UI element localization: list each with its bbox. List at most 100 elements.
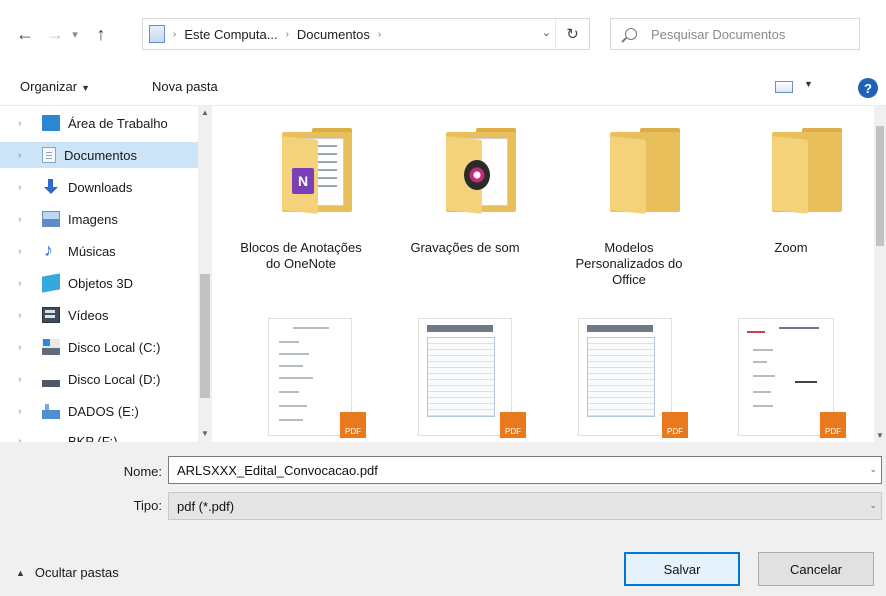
this-pc-icon: [149, 25, 165, 43]
breadcrumb-separator-icon[interactable]: ›: [378, 29, 381, 40]
sidebar-item-documents[interactable]: › Documentos: [0, 142, 198, 168]
cancel-button[interactable]: Cancelar: [758, 552, 874, 586]
file-list: N Blocos de Anotações do OneNote Gravaçõ…: [214, 106, 874, 442]
sidebar-item-3d-objects[interactable]: › Objetos 3D: [0, 270, 198, 296]
save-button[interactable]: Salvar: [624, 552, 740, 586]
sidebar-item-label: Área de Trabalho: [68, 115, 168, 131]
address-row: ← → ▾ ↑ › Este Computa... › Documentos ›…: [0, 0, 886, 68]
folder-label: Modelos Personalizados do Office: [575, 240, 683, 287]
videos-icon: [42, 307, 60, 323]
sidebar-item-downloads[interactable]: › Downloads: [0, 174, 198, 200]
recent-locations-chevron-icon[interactable]: ▾: [64, 20, 86, 48]
organize-button[interactable]: Organizar ▼: [20, 79, 90, 94]
pdf-badge-label: PDF: [825, 427, 841, 436]
pdf-badge-label: PDF: [345, 427, 361, 436]
file-name-field[interactable]: ⌄: [168, 456, 882, 484]
file-list-scrollbar[interactable]: ▼: [874, 106, 886, 442]
sidebar-item-pictures[interactable]: › Imagens: [0, 206, 198, 232]
objects-3d-icon: [42, 273, 60, 293]
organize-label: Organizar: [20, 79, 78, 94]
folder-item-onenote[interactable]: N Blocos de Anotações do OneNote: [236, 106, 366, 306]
folder-item-zoom[interactable]: Zoom: [726, 106, 856, 306]
address-bar[interactable]: › Este Computa... › Documentos › ⌄ ↻: [142, 18, 590, 50]
chevron-right-icon[interactable]: ›: [18, 150, 32, 161]
breadcrumb-documents[interactable]: Documentos: [297, 27, 370, 42]
search-input[interactable]: [651, 26, 851, 42]
drive-f-icon: [42, 433, 60, 442]
hide-folders-toggle[interactable]: ▲ Ocultar pastas: [16, 565, 119, 580]
scroll-up-icon[interactable]: ▲: [201, 108, 209, 117]
chevron-right-icon[interactable]: ›: [18, 342, 32, 353]
sidebar-item-label: Disco Local (C:): [68, 339, 161, 355]
chevron-down-icon[interactable]: ⌄: [869, 500, 877, 511]
onenote-folder-icon: N: [282, 128, 354, 214]
hide-folders-label: Ocultar pastas: [34, 565, 119, 580]
scrollbar-thumb[interactable]: [200, 274, 210, 398]
chevron-right-icon[interactable]: ›: [18, 118, 32, 129]
sidebar-item-desktop[interactable]: › Área de Trabalho: [0, 110, 198, 136]
breadcrumb-this-pc[interactable]: Este Computa...: [184, 27, 277, 42]
sidebar-item-videos[interactable]: › Vídeos: [0, 302, 198, 328]
address-dropdown-icon[interactable]: ⌄: [542, 26, 551, 39]
sidebar-item-music[interactable]: › Músicas: [0, 238, 198, 264]
folder-label: Blocos de Anotações do OneNote: [240, 240, 362, 271]
folder-icon: [610, 128, 682, 214]
folder-item-office-templates[interactable]: Modelos Personalizados do Office: [564, 106, 694, 306]
disk-c-icon: [42, 339, 60, 355]
chevron-right-icon[interactable]: ›: [18, 182, 32, 193]
sidebar-item-label: DADOS (E:): [68, 403, 139, 419]
sidebar-item-label: Disco Local (D:): [68, 371, 161, 387]
sidebar-item-disk-d[interactable]: › Disco Local (D:): [0, 366, 198, 392]
sidebar-item-label: Músicas: [68, 243, 116, 259]
sidebar-item-drive-f[interactable]: › BKP (F:): [0, 428, 198, 443]
back-arrow-icon[interactable]: ←: [14, 20, 36, 48]
documents-icon: [42, 147, 56, 163]
sidebar-item-label: Objetos 3D: [68, 275, 134, 291]
pdf-badge-icon: PDF: [340, 412, 366, 438]
chevron-right-icon[interactable]: ›: [18, 310, 32, 321]
pictures-icon: [42, 211, 60, 227]
chevron-down-icon[interactable]: ▼: [804, 79, 813, 89]
help-icon[interactable]: ?: [858, 78, 878, 98]
chevron-down-icon[interactable]: ⌄: [869, 464, 877, 475]
scroll-down-icon[interactable]: ▼: [201, 429, 209, 438]
breadcrumb-separator-icon[interactable]: ›: [286, 29, 289, 40]
save-form: Nome: ⌄ Tipo: pdf (*.pdf) ⌄ ▲ Ocultar pa…: [0, 442, 886, 596]
sidebar-item-disk-c[interactable]: › Disco Local (C:): [0, 334, 198, 360]
downloads-icon: [42, 179, 60, 195]
file-name-input[interactable]: [177, 462, 837, 478]
sidebar-item-label: BKP (F:): [68, 433, 118, 443]
sidebar-item-label: Downloads: [68, 179, 133, 195]
search-icon: [625, 28, 637, 40]
chevron-down-icon: ▼: [81, 83, 90, 93]
file-type-select[interactable]: pdf (*.pdf) ⌄: [168, 492, 882, 520]
chevron-right-icon[interactable]: ›: [18, 278, 32, 289]
refresh-icon[interactable]: ↻: [555, 19, 589, 49]
pdf-file-thumbnail[interactable]: [578, 318, 672, 436]
chevron-right-icon[interactable]: ›: [18, 246, 32, 257]
search-box[interactable]: [610, 18, 860, 50]
desktop-icon: [42, 115, 60, 131]
folder-label: Zoom: [774, 240, 808, 255]
chevron-right-icon[interactable]: ›: [18, 374, 32, 385]
forward-arrow-icon[interactable]: →: [44, 20, 66, 48]
music-icon: [42, 240, 60, 261]
nav-pane-scrollbar[interactable]: ▲ ▼: [198, 106, 212, 442]
pdf-file-thumbnail[interactable]: [418, 318, 512, 436]
new-folder-button[interactable]: Nova pasta: [152, 79, 218, 94]
scrollbar-thumb[interactable]: [876, 126, 884, 246]
breadcrumb-separator-icon[interactable]: ›: [173, 29, 176, 40]
sidebar-item-drive-e[interactable]: › DADOS (E:): [0, 398, 198, 424]
chevron-right-icon[interactable]: ›: [18, 406, 32, 417]
chevron-right-icon[interactable]: ›: [18, 214, 32, 225]
file-name-label: Nome:: [123, 464, 162, 479]
up-arrow-icon[interactable]: ↑: [90, 20, 112, 48]
sidebar-item-label: Vídeos: [68, 307, 109, 323]
scroll-down-icon[interactable]: ▼: [876, 431, 884, 440]
view-options-icon[interactable]: [775, 81, 793, 93]
pdf-badge-icon: PDF: [500, 412, 526, 438]
sidebar-item-label: Imagens: [68, 211, 118, 227]
pdf-badge-icon: PDF: [662, 412, 688, 438]
folder-item-sound-recordings[interactable]: Gravações de som: [400, 106, 530, 306]
pdf-badge-label: PDF: [505, 427, 521, 436]
